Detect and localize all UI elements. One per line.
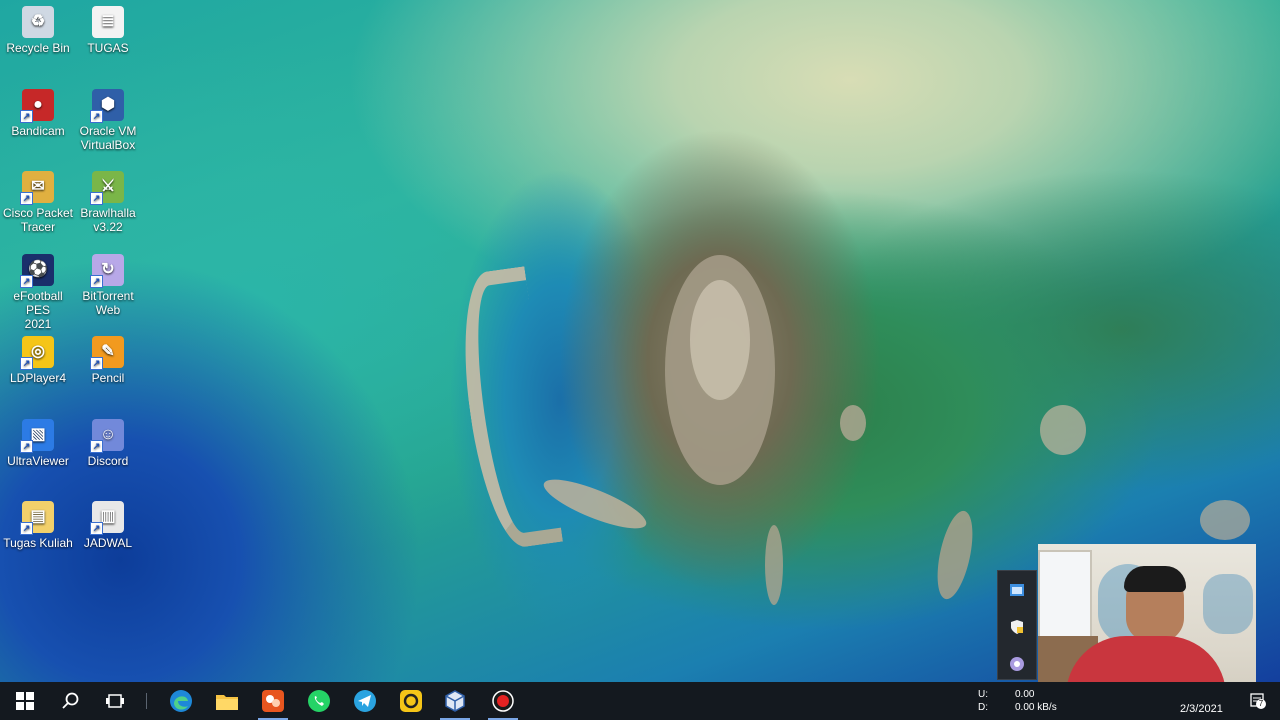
record-icon <box>492 690 514 712</box>
net-download-label: D: <box>978 702 988 713</box>
desktop-icon[interactable]: ⬢ ↗ Oracle VM VirtualBox <box>71 89 145 152</box>
desktop-icon-label: Tugas Kuliah <box>3 536 73 550</box>
desktop-icon-label: Brawlhalla v3.22 <box>80 206 136 234</box>
shortcut-arrow-icon: ↗ <box>90 275 103 288</box>
ldplayer-taskbar-button[interactable] <box>388 682 434 720</box>
whatsapp-icon <box>308 690 330 712</box>
folder-icon <box>216 695 238 710</box>
desktop-icon[interactable]: ≣ TUGAS <box>71 6 145 55</box>
desktop-icon-label: JADWAL <box>83 536 133 550</box>
virtualbox-icon <box>445 690 465 712</box>
brawlhalla-icon: ⚔ ↗ <box>90 171 124 205</box>
net-upload-value: 0.00 <box>1015 689 1035 700</box>
desktop-icon[interactable]: ▤ ↗ Tugas Kuliah <box>1 501 75 550</box>
desktop-icon[interactable]: ◎ ↗ LDPlayer4 <box>1 336 75 385</box>
app-store-button[interactable] <box>250 682 296 720</box>
desktop-icon-label: Cisco Packet Tracer <box>2 206 74 234</box>
desktop-icon-label: Oracle VM VirtualBox <box>79 124 137 152</box>
net-download-value: 0.00 kB/s <box>1015 702 1057 713</box>
action-center-button[interactable]: 7 <box>1249 692 1266 710</box>
pencil-app-icon: ✎ ↗ <box>90 336 124 370</box>
bittorrent-tray-icon[interactable] <box>1008 655 1026 673</box>
clock-date[interactable]: 2/3/2021 <box>1180 703 1223 715</box>
shortcut-arrow-icon: ↗ <box>20 110 33 123</box>
tray-overflow-flyout <box>997 570 1037 680</box>
taskbar-separator <box>146 693 147 709</box>
desktop-icon[interactable]: ⚔ ↗ Brawlhalla v3.22 <box>71 171 145 234</box>
ultraviewer-icon: ▧ ↗ <box>20 419 54 453</box>
window-frame <box>1038 550 1092 642</box>
ldplayer-icon: ◎ ↗ <box>20 336 54 370</box>
file-explorer-button[interactable] <box>204 682 250 720</box>
desktop-icon[interactable]: ✎ ↗ Pencil <box>71 336 145 385</box>
discord-icon: ☺ ↗ <box>90 419 124 453</box>
shortcut-arrow-icon: ↗ <box>90 440 103 453</box>
start-button[interactable] <box>2 682 48 720</box>
desktop-icon[interactable]: ♻ Recycle Bin <box>1 6 75 55</box>
virtualbox-icon: ⬢ ↗ <box>90 89 124 123</box>
shortcut-arrow-icon: ↗ <box>90 357 103 370</box>
telegram-button[interactable] <box>342 682 388 720</box>
bandicam-taskbar-button[interactable] <box>480 682 526 720</box>
desktop-icon-label: Bandicam <box>11 124 65 138</box>
virtualbox-taskbar-button[interactable] <box>432 682 478 720</box>
desktop-icon-label: UltraViewer <box>7 454 69 468</box>
shortcut-arrow-icon: ↗ <box>20 440 33 453</box>
shortcut-arrow-icon: ↗ <box>90 110 103 123</box>
efootball-icon: ⚽ ↗ <box>20 254 54 288</box>
person-hair <box>1124 566 1186 592</box>
windows-logo-icon <box>16 692 34 710</box>
edge-icon <box>170 690 192 712</box>
ldplayer-icon <box>400 690 422 712</box>
desktop-icon[interactable]: ↻ ↗ BitTorrent Web <box>71 254 145 317</box>
document-icon: ▥ ↗ <box>90 501 124 535</box>
desktop-icon[interactable]: ✉ ↗ Cisco Packet Tracer <box>1 171 75 234</box>
net-upload-label: U: <box>978 689 988 700</box>
folder-icon: ▤ ↗ <box>20 501 54 535</box>
notification-badge: 7 <box>1256 699 1266 709</box>
bittorrent-icon: ↻ ↗ <box>90 254 124 288</box>
taskbar: U: D: 0.00 0.00 kB/s 2/3/2021 7 <box>0 682 1280 720</box>
windows-security-icon[interactable] <box>1008 618 1026 636</box>
desktop-icon-label: LDPlayer4 <box>9 371 67 385</box>
shortcut-arrow-icon: ↗ <box>90 522 103 535</box>
bandicam-icon: ● ↗ <box>20 89 54 123</box>
task-view-button[interactable] <box>92 682 138 720</box>
desktop-icon-label: Pencil <box>91 371 125 385</box>
desktop-icon-label: Discord <box>87 454 129 468</box>
desktop-icon-label: BitTorrent Web <box>82 289 134 317</box>
task-view-icon <box>106 694 124 708</box>
shortcut-arrow-icon: ↗ <box>20 357 33 370</box>
app-store-icon <box>262 690 284 712</box>
edge-button[interactable] <box>158 682 204 720</box>
search-button[interactable] <box>48 682 94 720</box>
text-file-icon: ≣ <box>92 6 124 38</box>
shortcut-arrow-icon: ↗ <box>20 275 33 288</box>
app-window-icon[interactable] <box>1008 581 1026 599</box>
desktop-icon[interactable]: ▥ ↗ JADWAL <box>71 501 145 550</box>
recycle-bin-icon: ♻ <box>22 6 54 38</box>
desktop-icon-label: Recycle Bin <box>6 41 70 55</box>
shortcut-arrow-icon: ↗ <box>90 192 103 205</box>
shortcut-arrow-icon: ↗ <box>20 192 33 205</box>
desktop-icon[interactable]: ● ↗ Bandicam <box>1 89 75 138</box>
whatsapp-button[interactable] <box>296 682 342 720</box>
desktop-icon[interactable]: ⚽ ↗ eFootball PES 2021 <box>1 254 75 331</box>
desktop-icon-label: eFootball PES 2021 <box>13 289 63 331</box>
wall-pattern <box>1203 574 1253 634</box>
search-icon <box>62 692 79 709</box>
packet-tracer-icon: ✉ ↗ <box>20 171 54 205</box>
desktop-icon[interactable]: ☺ ↗ Discord <box>71 419 145 468</box>
desktop-icon-label: TUGAS <box>87 41 129 55</box>
desktop-icon[interactable]: ▧ ↗ UltraViewer <box>1 419 75 468</box>
shortcut-arrow-icon: ↗ <box>20 522 33 535</box>
telegram-icon <box>354 690 376 712</box>
